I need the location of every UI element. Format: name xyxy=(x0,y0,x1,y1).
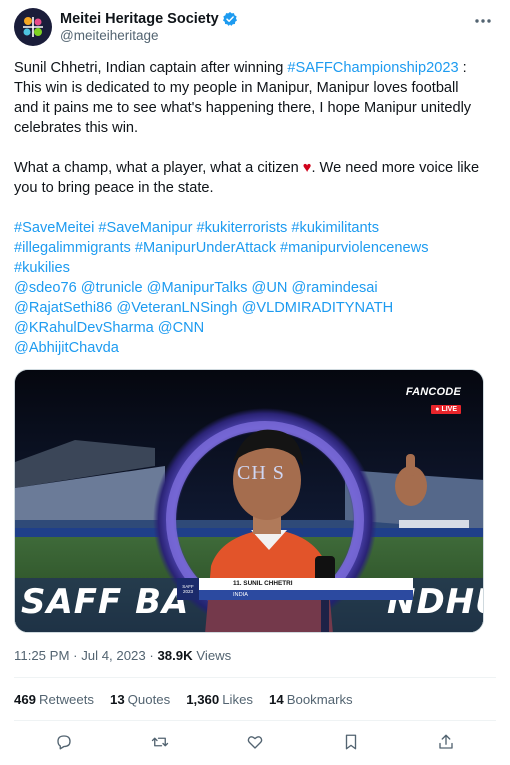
quotes-label: Quotes xyxy=(127,692,171,707)
more-icon[interactable] xyxy=(472,12,494,30)
author-display-name[interactable]: Meitei Heritage Society xyxy=(60,11,219,27)
player-name: 11. SUNIL CHHETRI xyxy=(199,578,413,590)
text-line: and it pains me to see what's happening … xyxy=(14,100,472,116)
tweet-media-image[interactable]: FANCODE ● LIVE CH S SAFF BA NDHU SAFF 20… xyxy=(14,369,484,633)
quotes-stat[interactable]: 13 Quotes xyxy=(110,692,170,707)
text-fragment: What a champ, what a player, what a citi… xyxy=(14,160,303,176)
mentions-line[interactable]: @sdeo76 @trunicle @ManipurTalks @UN @ram… xyxy=(14,278,494,298)
broadcaster-logo: FANCODE ● LIVE xyxy=(406,386,461,416)
share-icon[interactable] xyxy=(436,732,456,752)
likes-label: Likes xyxy=(222,692,254,707)
text-line: you to bring peace in the state. xyxy=(14,180,214,196)
text-line: This win is dedicated to my people in Ma… xyxy=(14,80,459,96)
mentions-line[interactable]: @AbhijitChavda xyxy=(14,338,494,358)
text-line: celebrates this win. xyxy=(14,120,139,136)
hashtags-line[interactable]: #illegalimmigrants #ManipurUnderAttack #… xyxy=(14,238,494,258)
text-line: Sunil Chhetri, Indian captain after winn… xyxy=(14,58,494,78)
retweets-stat[interactable]: 469 Retweets xyxy=(14,692,94,707)
retweet-icon[interactable] xyxy=(150,732,170,752)
tweet-text: Sunil Chhetri, Indian captain after winn… xyxy=(14,58,494,358)
text-line: What a champ, what a player, what a citi… xyxy=(14,158,494,178)
retweets-label: Retweets xyxy=(39,692,94,707)
tweet-header: Meitei Heritage Society @meiteiheritage xyxy=(14,8,496,48)
player-lower-third: SAFF 2023 11. SUNIL CHHETRI INDIA xyxy=(177,578,413,600)
quotes-count: 13 xyxy=(110,692,125,707)
tweet-date[interactable]: Jul 4, 2023 xyxy=(81,648,146,663)
engagement-stats: 469 Retweets 13 Quotes 1,360 Likes 14 Bookma… xyxy=(14,692,369,707)
saff-banner-text: SAFF BA xyxy=(21,582,190,622)
mentions-line[interactable]: @RajatSethi86 @VeteranLNSingh @VLDMIRADI… xyxy=(14,298,494,318)
divider xyxy=(14,677,496,678)
divider xyxy=(14,720,496,721)
hashtags-line[interactable]: #kukilies xyxy=(14,258,494,278)
hashtag-link[interactable]: #SAFFChampionship2023 xyxy=(287,60,458,76)
bookmarks-stat[interactable]: 14 Bookmarks xyxy=(269,692,353,707)
bookmark-icon[interactable] xyxy=(341,732,361,752)
likes-count: 1,360 xyxy=(186,692,220,707)
text-fragment: Sunil Chhetri, Indian captain after winn… xyxy=(14,60,288,76)
tweet-meta: 11:25 PM · Jul 4, 2023 · 38.9K Views xyxy=(14,648,231,663)
saff-logo: SAFF 2023 xyxy=(177,578,199,600)
text-fragment: : xyxy=(458,60,467,76)
likes-stat[interactable]: 1,360 Likes xyxy=(186,692,253,707)
bookmarks-count: 14 xyxy=(269,692,284,707)
verified-badge-icon xyxy=(222,11,238,27)
player-country: INDIA xyxy=(199,590,413,600)
live-badge: ● LIVE xyxy=(431,405,461,414)
meta-separator: · xyxy=(69,648,82,663)
logo-avatar-icon xyxy=(23,17,43,37)
author-names: Meitei Heritage Society @meiteiheritage xyxy=(60,8,238,43)
action-bar xyxy=(14,732,496,754)
views-count: 38.9K xyxy=(157,648,193,663)
champions-text: CH S xyxy=(237,462,285,484)
tweet-page: Meitei Heritage Society @meiteiheritage … xyxy=(0,0,510,765)
avatar[interactable] xyxy=(14,8,52,46)
views-label: Views xyxy=(192,648,232,663)
bookmarks-label: Bookmarks xyxy=(286,692,353,707)
author-handle[interactable]: @meiteiheritage xyxy=(60,28,238,43)
reply-icon[interactable] xyxy=(54,732,74,752)
text-fragment: . We need more voice like xyxy=(311,160,480,176)
hashtags-line[interactable]: #SaveMeitei #SaveManipur #kukiterrorists… xyxy=(14,218,494,238)
fancode-label: FANCODE xyxy=(405,386,461,398)
retweets-count: 469 xyxy=(14,692,37,707)
tweet-time[interactable]: 11:25 PM xyxy=(14,648,69,663)
meta-separator: · xyxy=(145,648,158,663)
mentions-line[interactable]: @KRahulDevSharma @CNN xyxy=(14,318,494,338)
like-icon[interactable] xyxy=(245,732,265,752)
